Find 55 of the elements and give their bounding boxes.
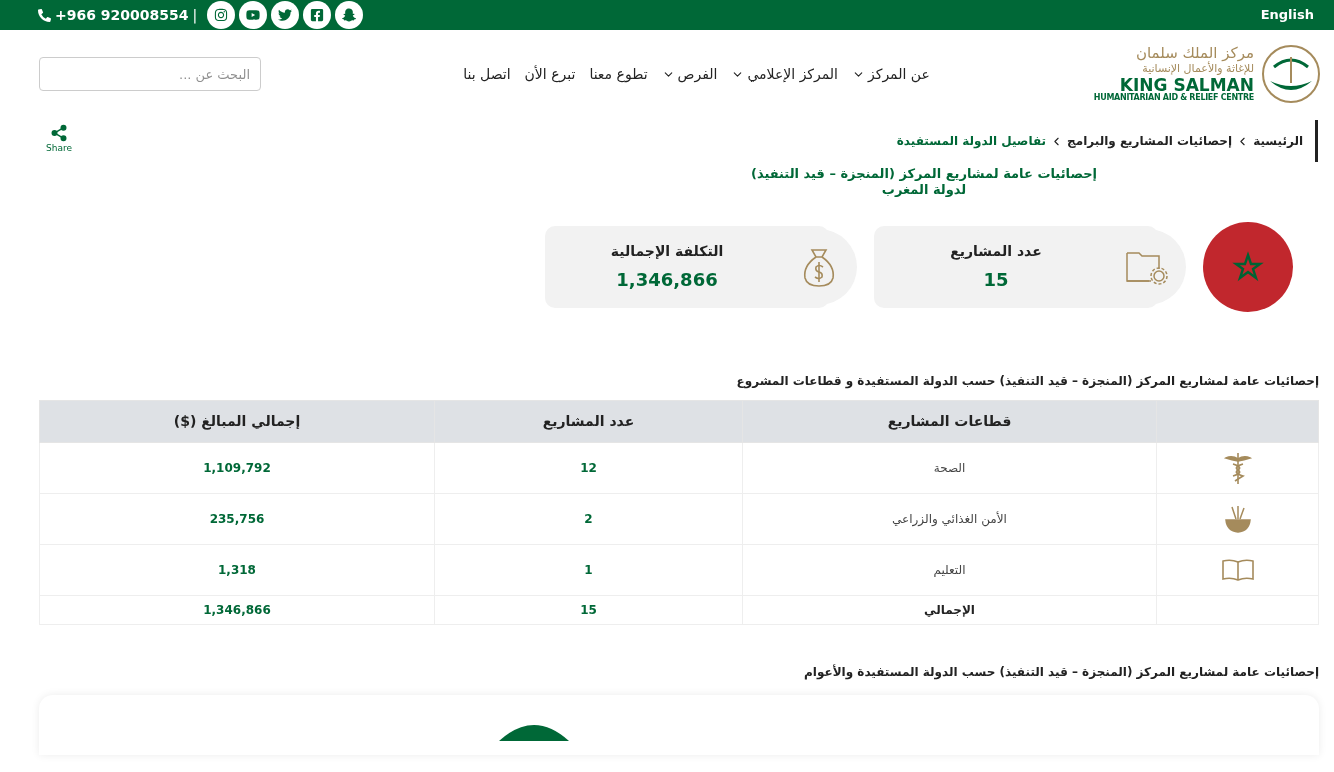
phone-number: +966 920008554 bbox=[55, 5, 189, 25]
facebook-icon[interactable] bbox=[303, 1, 332, 29]
logo-arabic-name: مركز الملك سلمان bbox=[1135, 46, 1254, 61]
nav-link[interactable]: اتصل بنا bbox=[463, 63, 511, 85]
logo-emblem bbox=[1260, 43, 1322, 105]
column-header: عدد المشاريع bbox=[434, 400, 743, 443]
table-cell: الإجمالي bbox=[742, 595, 1157, 625]
nav-link[interactable]: تبرع الأن bbox=[524, 63, 576, 85]
separator: | bbox=[192, 5, 198, 26]
logo-arabic-subtitle: للإغاثة والأعمال الإنسانية bbox=[1142, 63, 1254, 74]
book-icon bbox=[1220, 558, 1255, 582]
logo-english-subtitle: HUMANITARIAN AID & RELIEF CENTRE bbox=[1093, 94, 1254, 102]
search-field[interactable]: البحث عن ... bbox=[39, 57, 261, 91]
table-cell: الصحة bbox=[742, 442, 1157, 494]
nav-link[interactable]: تطوع معنا bbox=[589, 63, 648, 85]
table-cell: 1,109,792 bbox=[39, 442, 435, 494]
stat-label: عدد المشاريع bbox=[950, 242, 1042, 262]
table-title: إحصائيات عامة لمشاريع المركز (المنجزة – قيد التنفيذ) حسب الدولة المستفيدة و قطاعات المشروع bbox=[735, 373, 1319, 390]
twitter-icon[interactable] bbox=[271, 1, 300, 29]
money-bag-icon bbox=[801, 246, 837, 288]
snapchat-icon[interactable] bbox=[335, 1, 364, 29]
section-title: إحصائيات عامة لمشاريع المركز (المنجزة – قيد التنفيذ) حسب الدولة المستفيدة والأعوام bbox=[803, 663, 1319, 681]
breadcrumb-link[interactable]: إحصائيات المشاريع والبرامج bbox=[1067, 132, 1233, 150]
circle-graphic bbox=[499, 725, 569, 741]
breadcrumb-link[interactable]: الرئيسية bbox=[1253, 132, 1303, 150]
stat-value: 1,346,866 bbox=[616, 268, 718, 292]
breadcrumb-link[interactable]: تفاصيل الدولة المستفيدة bbox=[896, 132, 1047, 150]
table-cell: الأمن الغذائي والزراعي bbox=[742, 493, 1157, 545]
table-cell: 1,318 bbox=[39, 544, 435, 596]
table-cell: 1 bbox=[434, 544, 743, 596]
column-header: قطاعات المشاريع bbox=[742, 400, 1157, 443]
bowl-icon bbox=[1222, 503, 1253, 535]
caduceus-icon bbox=[1222, 451, 1253, 485]
logo-english-name: KING SALMAN bbox=[1119, 77, 1254, 94]
table-cell: 12 bbox=[434, 442, 743, 494]
table-cell: 1,346,866 bbox=[39, 595, 435, 625]
language-link[interactable]: English bbox=[1260, 5, 1314, 25]
nav-link[interactable]: عن المركز bbox=[852, 63, 930, 85]
table-cell: 235,756 bbox=[39, 493, 435, 545]
table-cell: 15 bbox=[434, 595, 743, 625]
folder-gear-icon bbox=[1125, 249, 1171, 285]
page-subheading: لدولة المغرب bbox=[881, 182, 967, 198]
nav-link[interactable]: المركز الإعلامي bbox=[731, 63, 838, 85]
stat-label: التكلفة الإجمالية bbox=[610, 242, 724, 261]
share-icon bbox=[50, 124, 68, 142]
table-cell: التعليم bbox=[742, 544, 1157, 596]
column-header: إجمالي المبالغ ($) bbox=[39, 400, 435, 443]
table-cell: 2 bbox=[434, 493, 743, 545]
share-button[interactable]: Share bbox=[46, 124, 72, 156]
nav-link[interactable]: الفرص bbox=[661, 63, 718, 85]
page-heading: إحصائيات عامة لمشاريع المركز (المنجزة – قيد التنفيذ) bbox=[750, 166, 1098, 182]
phone-icon bbox=[38, 8, 51, 22]
youtube-icon[interactable] bbox=[239, 1, 268, 29]
stat-value: 15 bbox=[983, 268, 1009, 292]
instagram-icon[interactable] bbox=[207, 1, 236, 29]
